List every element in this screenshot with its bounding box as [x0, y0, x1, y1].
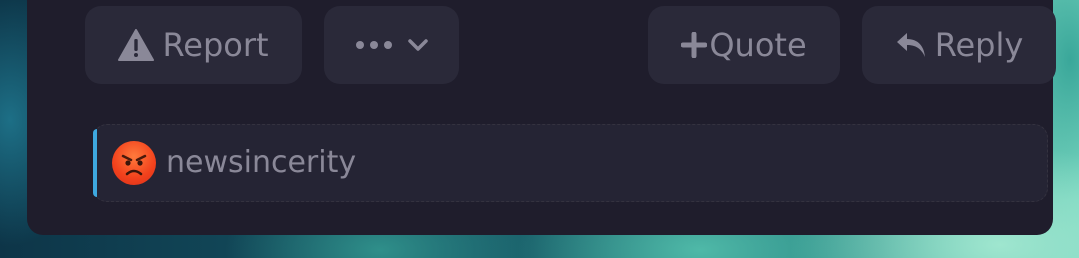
reply-arrow-icon [895, 31, 927, 59]
quote-button[interactable]: Quote [648, 6, 840, 84]
more-actions-button[interactable] [324, 6, 459, 84]
report-button[interactable]: Report [85, 6, 302, 84]
plus-icon [681, 32, 708, 58]
warning-triangle-icon [118, 29, 155, 61]
report-label: Report [162, 26, 269, 64]
reply-label: Reply [934, 26, 1024, 64]
mention-chip[interactable]: newsincerity [93, 124, 1048, 202]
angry-face-emoji-avatar [112, 141, 156, 185]
angry-face-icon [121, 154, 147, 176]
quote-label: Quote [709, 26, 807, 64]
mention-username: newsincerity [166, 145, 357, 180]
reply-button[interactable]: Reply [862, 6, 1056, 84]
post-footer-card: Report Quote Reply newsincerity [27, 0, 1056, 235]
ellipsis-icon [355, 40, 399, 50]
chevron-down-icon [407, 38, 429, 52]
